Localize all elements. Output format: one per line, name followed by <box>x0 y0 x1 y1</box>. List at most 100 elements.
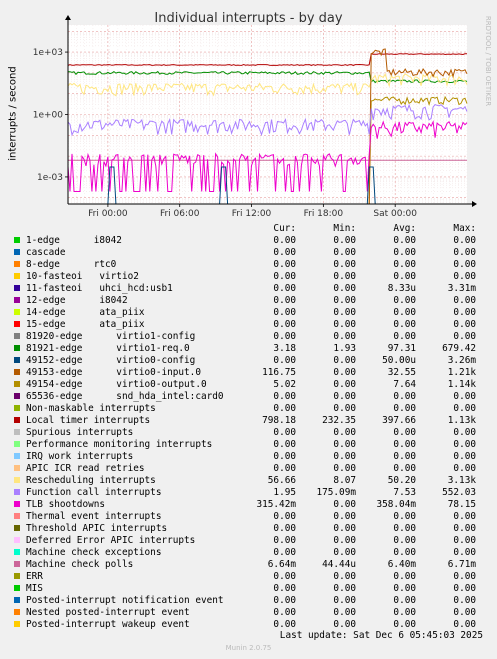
legend-value-cur: 6.64m <box>267 559 296 570</box>
legend-value-cur: 0.00 <box>273 535 296 546</box>
legend-value-avg: 7.53 <box>393 487 416 498</box>
legend-value-avg: 0.00 <box>393 595 416 606</box>
legend-value-min: 0.00 <box>333 619 356 630</box>
legend-value-max: 679.42 <box>442 343 476 354</box>
legend-value-max: 3.26m <box>447 355 476 366</box>
legend-value-max: 0.00 <box>453 451 476 462</box>
legend-value-min: 0.00 <box>333 595 356 606</box>
legend-row: IRQ work interrupts 0.00 0.00 0.00 0.00 <box>0 451 497 463</box>
legend-value-max: 3.31m <box>447 283 476 294</box>
legend-value-max: 0.00 <box>453 319 476 330</box>
legend-row: Deferred Error APIC interrupts 0.00 0.00 0.… <box>0 535 497 547</box>
legend-value-cur: 0.00 <box>273 607 296 618</box>
plot-area <box>68 25 467 204</box>
legend-row: 14-edge ata_piix 0.00 0.00 0.00 0.00 <box>0 307 497 319</box>
legend-swatch <box>14 417 20 423</box>
legend-series-name: 81921-edge virtio1-req.0 <box>26 343 190 354</box>
x-axis-arrow <box>472 201 477 207</box>
legend-series-name: Nested posted-interrupt event <box>26 607 190 618</box>
legend-value-min: 0.00 <box>333 511 356 522</box>
legend-row: 49153-edge virtio0-input.0 116.75 0.00 32.5… <box>0 367 497 379</box>
legend-value-min: 0.00 <box>333 271 356 282</box>
legend-series-name: 8-edge rtc0 <box>26 259 117 270</box>
legend-series-name: cascade <box>26 247 66 258</box>
legend-row: Performance monitoring interrupts 0.00 0.0… <box>0 439 497 451</box>
legend-swatch <box>14 273 20 279</box>
x-tick-label: Fri 06:00 <box>160 209 200 219</box>
legend-value-min: 1.93 <box>333 343 356 354</box>
legend-row: ERR 0.00 0.00 0.00 0.00 <box>0 571 497 583</box>
legend-series-name: 1-edge i8042 <box>26 235 122 246</box>
legend-value-cur: 0.00 <box>273 283 296 294</box>
y-tick-label: 1e+00 <box>33 111 64 121</box>
legend-value-cur: 1.95 <box>273 487 296 498</box>
legend-value-avg: 0.00 <box>393 247 416 258</box>
legend-header-cur: Cur: <box>273 223 296 234</box>
legend-value-min: 0.00 <box>333 319 356 330</box>
legend-row: Local timer interrupts 798.18 232.35 397.66… <box>0 415 497 427</box>
legend-value-cur: 0.00 <box>273 619 296 630</box>
legend-value-min: 0.00 <box>333 331 356 342</box>
legend-series-name: 65536-edge snd_hda_intel:card0 <box>26 391 224 402</box>
legend-header-max: Max: <box>453 223 476 234</box>
legend-value-avg: 0.00 <box>393 463 416 474</box>
legend-value-cur: 116.75 <box>262 367 296 378</box>
legend-value-avg: 0.00 <box>393 235 416 246</box>
legend-row: Non-maskable interrupts 0.00 0.00 0.00 0.00 <box>0 403 497 415</box>
legend-value-max: 1.13k <box>447 415 476 426</box>
legend-series-name: 14-edge ata_piix <box>26 307 145 318</box>
legend-row: APIC ICR read retries 0.00 0.00 0.00 0.00 <box>0 463 497 475</box>
legend-value-cur: 0.00 <box>273 439 296 450</box>
legend-swatch <box>14 609 20 615</box>
legend-value-cur: 0.00 <box>273 523 296 534</box>
legend-value-cur: 0.00 <box>273 391 296 402</box>
legend-value-min: 0.00 <box>333 583 356 594</box>
legend-value-avg: 8.33u <box>387 283 416 294</box>
legend-swatch <box>14 429 20 435</box>
legend-value-cur: 0.00 <box>273 427 296 438</box>
legend-value-min: 0.00 <box>333 247 356 258</box>
legend-value-max: 0.00 <box>453 619 476 630</box>
legend-swatch <box>14 309 20 315</box>
legend-value-min: 0.00 <box>333 607 356 618</box>
legend-series-name: 49153-edge virtio0-input.0 <box>26 367 201 378</box>
legend-value-avg: 0.00 <box>393 307 416 318</box>
legend-swatch <box>14 381 20 387</box>
legend-value-max: 0.00 <box>453 463 476 474</box>
legend-value-avg: 0.00 <box>393 391 416 402</box>
legend-swatch <box>14 321 20 327</box>
legend-series-name: IRQ work interrupts <box>26 451 134 462</box>
legend-value-min: 0.00 <box>333 259 356 270</box>
legend-series-name: Posted-interrupt wakeup event <box>26 619 190 630</box>
legend-value-max: 0.00 <box>453 511 476 522</box>
legend-swatch <box>14 525 20 531</box>
legend-value-avg: 0.00 <box>393 427 416 438</box>
legend-header-min: Min: <box>333 223 356 234</box>
legend-value-max: 0.00 <box>453 595 476 606</box>
legend-row: 10-fasteoi virtio2 0.00 0.00 0.00 0.00 <box>0 271 497 283</box>
legend-value-cur: 0.00 <box>273 235 296 246</box>
legend-value-avg: 0.00 <box>393 403 416 414</box>
legend-value-max: 0.00 <box>453 295 476 306</box>
legend-series-name: 12-edge i8042 <box>26 295 128 306</box>
legend-value-avg: 0.00 <box>393 571 416 582</box>
legend-row: Nested posted-interrupt event 0.00 0.00 0.0… <box>0 607 497 619</box>
legend-row: cascade 0.00 0.00 0.00 0.00 <box>0 247 497 259</box>
legend-value-max: 0.00 <box>453 235 476 246</box>
legend-swatch <box>14 297 20 303</box>
munin-version: Munin 2.0.75 <box>225 644 272 652</box>
legend-value-avg: 0.00 <box>393 523 416 534</box>
legend-series-name: Posted-interrupt notification event <box>26 595 224 606</box>
legend-value-max: 6.71m <box>447 559 476 570</box>
legend-value-max: 1.14k <box>447 379 476 390</box>
legend-value-avg: 0.00 <box>393 271 416 282</box>
legend-row: Posted-interrupt notification event 0.00 0… <box>0 595 497 607</box>
x-tick-label: Sat 00:00 <box>373 209 417 219</box>
legend-row: Spurious interrupts 0.00 0.00 0.00 0.00 <box>0 427 497 439</box>
legend-value-min: 0.00 <box>333 391 356 402</box>
legend-value-avg: 0.00 <box>393 295 416 306</box>
legend-row: Machine check polls 6.64m 44.44u 6.40m 6.71m <box>0 559 497 571</box>
legend-value-max: 78.15 <box>447 499 476 510</box>
legend-value-max: 0.00 <box>453 247 476 258</box>
legend-value-min: 0.00 <box>333 571 356 582</box>
